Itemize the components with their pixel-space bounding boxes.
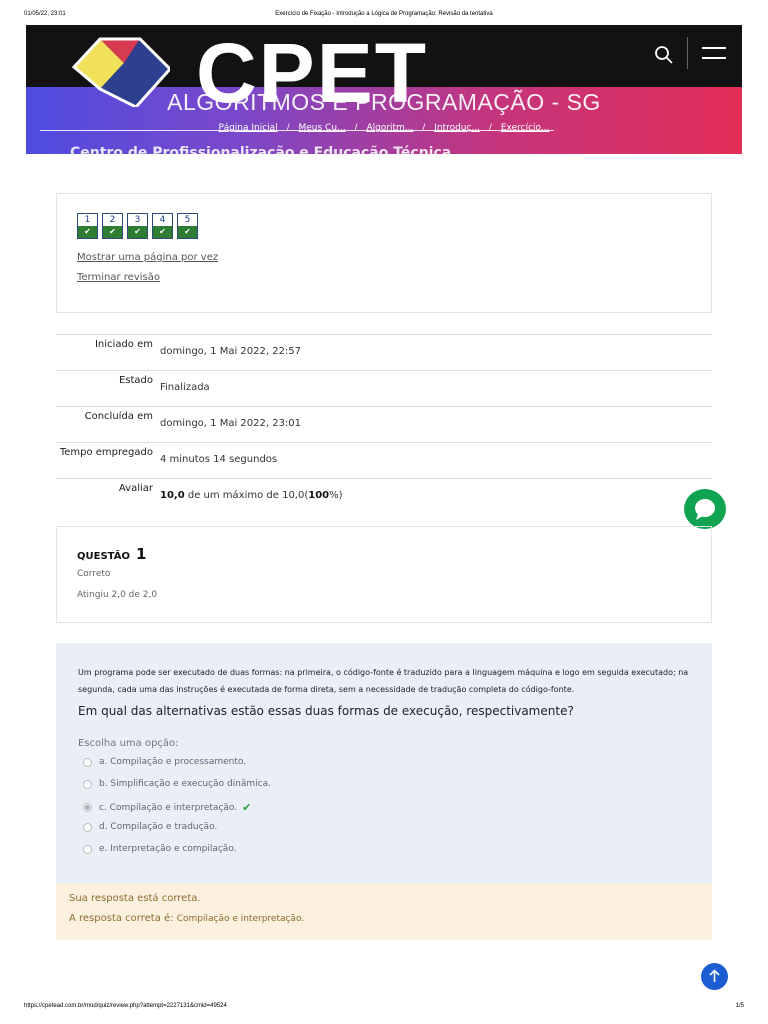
chat-button[interactable] — [684, 489, 726, 529]
quiz-navigation: 1 ✔ 2 ✔ 3 ✔ 4 ✔ 5 ✔ Mostrar uma página p… — [56, 193, 712, 313]
grade-max: de um máximo de 10,0( — [184, 490, 309, 501]
breadcrumb-my-courses[interactable]: Meus Cu... — [299, 123, 346, 133]
check-icon: ✔ — [128, 226, 147, 238]
answer-option-text: a. Compilação e processamento. — [99, 757, 247, 767]
search-icon[interactable] — [654, 45, 674, 65]
answer-option-text: d. Compilação e tradução. — [99, 822, 218, 832]
summary-label: Estado — [118, 375, 153, 386]
print-url: https://cpetead.com.br/mod/quiz/review.p… — [24, 1003, 227, 1009]
breadcrumb-section[interactable]: Introduç... — [434, 123, 480, 133]
question-nav-buttons: 1 ✔ 2 ✔ 3 ✔ 4 ✔ 5 ✔ — [77, 213, 198, 239]
check-icon: ✔ — [242, 801, 252, 814]
breadcrumb-course[interactable]: Algoritm... — [366, 123, 413, 133]
summary-value: 4 minutos 14 segundos — [160, 454, 278, 465]
hamburger-menu-icon[interactable] — [702, 47, 726, 61]
grade-score: 10,0 — [160, 490, 185, 501]
summary-row-state: Estado Finalizada — [56, 370, 712, 406]
answer-option-text: b. Simplificação e execução dinâmica. — [99, 779, 271, 789]
answer-option[interactable]: e. Interpretação e compilação. — [83, 844, 237, 854]
question-heading: QUESTÃO 1 — [77, 545, 146, 563]
back-to-top-button[interactable] — [701, 963, 728, 990]
feedback-result: Sua resposta está correta. — [69, 893, 201, 904]
answer-option[interactable]: d. Compilação e tradução. — [83, 822, 217, 832]
print-page-title: Exercício de Fixação - Introdução a Lógi… — [275, 11, 493, 17]
arrow-up-icon — [709, 969, 720, 982]
summary-value: domingo, 1 Mai 2022, 22:57 — [160, 346, 302, 357]
chat-bubble-icon — [695, 499, 715, 520]
check-icon: ✔ — [78, 226, 97, 238]
summary-value: domingo, 1 Mai 2022, 23:01 — [160, 418, 302, 429]
finish-review-link[interactable]: Terminar revisão — [77, 272, 160, 283]
print-header: 01/05/22, 23:01 Exercício de Fixação - I… — [0, 11, 768, 21]
summary-row-started: Iniciado em domingo, 1 Mai 2022, 22:57 — [56, 334, 712, 370]
question-label: QUESTÃO — [77, 551, 130, 562]
summary-label: Concluída em — [84, 411, 153, 422]
radio-button[interactable] — [83, 757, 92, 767]
summary-label: Iniciado em — [94, 339, 153, 350]
answer-feedback: Sua resposta está correta. A resposta co… — [56, 883, 712, 940]
question-content: Um programa pode ser executado de duas f… — [56, 643, 712, 883]
summary-row-time: Tempo empregado 4 minutos 14 segundos — [56, 442, 712, 478]
print-page-number: 1/5 — [735, 1003, 744, 1009]
question-nav-button[interactable]: 5 ✔ — [177, 213, 198, 239]
breadcrumb: Página Inicial / Meus Cu... / Algoritm..… — [26, 123, 742, 133]
breadcrumb-quiz[interactable]: Exercício... — [501, 123, 550, 133]
answer-option[interactable]: a. Compilação e processamento. — [83, 757, 246, 767]
question-number: 1 — [135, 545, 147, 563]
question-text: Um programa pode ser executado de duas f… — [78, 668, 689, 694]
attempt-summary: Iniciado em domingo, 1 Mai 2022, 22:57 E… — [56, 334, 712, 514]
answer-option-text: c. Compilação e interpretação. — [99, 802, 238, 813]
question-nav-button[interactable]: 3 ✔ — [127, 213, 148, 239]
grade-percent-sign: %) — [329, 490, 343, 501]
radio-button[interactable] — [83, 822, 92, 832]
breadcrumb-separator: / — [422, 123, 426, 133]
question-info: QUESTÃO 1 Correto Atingiu 2,0 de 2,0 — [56, 526, 712, 623]
breadcrumb-home[interactable]: Página Inicial — [219, 123, 278, 133]
question-nav-button[interactable]: 4 ✔ — [152, 213, 173, 239]
summary-row-completed: Concluída em domingo, 1 Mai 2022, 23:01 — [56, 406, 712, 442]
show-one-page-link[interactable]: Mostrar uma página por vez — [77, 252, 218, 263]
print-footer: https://cpetead.com.br/mod/quiz/review.p… — [0, 1003, 768, 1013]
summary-value: Finalizada — [160, 382, 210, 393]
institution-subtitle: Centro de Profissionalização e Educação … — [70, 145, 452, 154]
question-state: Correto — [77, 569, 111, 579]
breadcrumb-separator: / — [354, 123, 358, 133]
choose-option-label: Escolha uma opção: — [78, 738, 179, 749]
breadcrumb-separator: / — [488, 123, 492, 133]
question-nav-button[interactable]: 2 ✔ — [102, 213, 123, 239]
header-divider — [687, 37, 688, 69]
correct-answer-label: A resposta correta é: — [69, 913, 177, 924]
question-prompt: Em qual das alternativas estão essas dua… — [78, 704, 574, 718]
check-icon: ✔ — [153, 226, 172, 238]
answer-option-selected[interactable]: c. Compilação e interpretação. ✔ — [83, 801, 251, 814]
radio-button[interactable] — [83, 779, 92, 789]
summary-label: Tempo empregado — [59, 447, 153, 458]
radio-button[interactable] — [83, 844, 92, 854]
summary-value: 10,0 de um máximo de 10,0(100%) — [160, 490, 343, 501]
question-mark: Atingiu 2,0 de 2,0 — [77, 590, 158, 600]
answer-option-text: e. Interpretação e compilação. — [99, 844, 237, 854]
check-icon: ✔ — [178, 226, 197, 238]
grade-percent: 100 — [308, 490, 330, 501]
radio-button-checked[interactable] — [83, 803, 92, 812]
correct-answer-value: Compilação e interpretação. — [176, 914, 305, 924]
feedback-correct-answer: A resposta correta é: Compilação e inter… — [69, 913, 304, 924]
summary-row-grade: Avaliar 10,0 de um máximo de 10,0(100%) — [56, 478, 712, 514]
course-title: ALGORITMOS E PROGRAMAÇÃO - SG — [167, 89, 601, 115]
question-nav-button[interactable]: 1 ✔ — [77, 213, 98, 239]
summary-label: Avaliar — [118, 483, 153, 494]
breadcrumb-separator: / — [286, 123, 290, 133]
site-header: CPET Centro de Profissionalização e Educ… — [26, 25, 742, 154]
check-icon: ✔ — [103, 226, 122, 238]
answer-option[interactable]: b. Simplificação e execução dinâmica. — [83, 779, 271, 789]
